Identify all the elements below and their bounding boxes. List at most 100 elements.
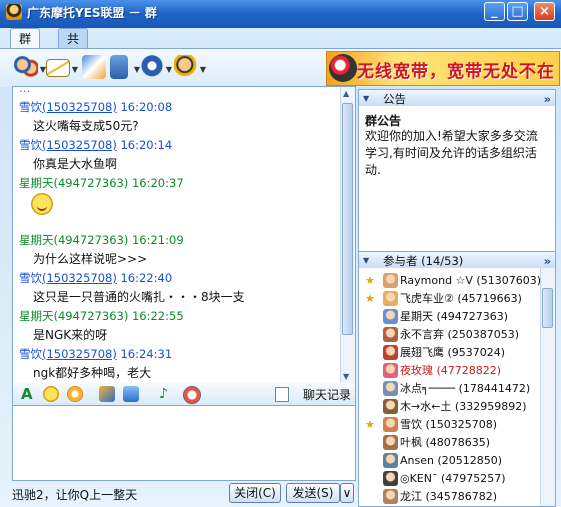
member-name: 雪饮 (150325708)	[400, 418, 498, 431]
sender-name[interactable]: 星期天	[19, 233, 54, 247]
notice-header[interactable]: ▼ 公告 »	[358, 89, 556, 107]
sender-id[interactable]: (150325708)	[42, 271, 117, 285]
member-name: 夜玫瑰 (47728822)	[400, 364, 502, 377]
banner-text: 无线宽带，宽带无处不在	[357, 62, 555, 82]
message-text: 你真是大水鱼啊	[33, 157, 118, 171]
member-name: Raymond ☆V (51307603)	[400, 274, 542, 287]
member-name: 星期天 (494727363)	[400, 310, 509, 323]
video-icon	[140, 55, 164, 79]
sender-id[interactable]: (150325708)	[42, 100, 117, 114]
title-bar[interactable]: 广东摩托YES联盟 － 群 _ □ ×	[0, 0, 561, 24]
message-header: 雪饮(150325708) 16:20:08	[19, 98, 339, 117]
window-title: 广东摩托YES联盟 － 群	[27, 6, 157, 20]
member-name: 龙江 (345786782)	[400, 490, 498, 503]
member-name: 永不言弃 (250387053)	[400, 328, 520, 341]
sender-id[interactable]: (150325708)	[42, 347, 117, 361]
member-name: 冰点╕──── (178441472)	[400, 382, 531, 395]
sender-id[interactable]: (150325708)	[42, 138, 117, 152]
member-list[interactable]: ★ Raymond ☆V (51307603) ★ 飞虎车业② (45719663) 星…	[358, 268, 556, 507]
member-name: 木→水←土 (332959892)	[400, 400, 527, 413]
mail-icon	[46, 59, 70, 77]
grin-emoji-icon	[31, 193, 53, 215]
chat-history[interactable]: … 雪饮(150325708) 16:20:08 这火嘴每支成50元? 雪饮(150…	[12, 86, 356, 384]
member-scrollbar[interactable]	[540, 268, 555, 506]
user-settings-icon	[174, 55, 198, 79]
send-button[interactable]: 发送(S)	[286, 483, 340, 503]
partial-message: …	[19, 86, 31, 95]
message-time: 16:24:31	[120, 347, 173, 361]
video-button[interactable]: ▼	[138, 53, 172, 83]
sender-name[interactable]: 雪饮	[19, 100, 42, 114]
sender-name[interactable]: 雪饮	[19, 138, 42, 152]
sender-name[interactable]: 星期天	[19, 309, 54, 323]
message-text: ngk都好多种喝，老大	[33, 366, 152, 380]
message-input[interactable]	[12, 405, 356, 481]
sms-button[interactable]: ▼	[106, 53, 140, 83]
message-header: 雪饮(150325708) 16:24:31	[19, 345, 339, 364]
send-options-button[interactable]: ∨	[340, 483, 354, 503]
message-time: 16:21:09	[131, 233, 184, 247]
member-scroll-thumb[interactable]	[542, 288, 553, 328]
admin-star-icon: ★	[365, 418, 375, 431]
sender-name[interactable]: 雪饮	[19, 347, 42, 361]
close-button[interactable]: 关闭(C)	[229, 483, 281, 503]
chat-history-button[interactable]: 聊天记录	[303, 386, 351, 403]
sender-id[interactable]: (494727363)	[54, 176, 129, 190]
emoticon-icon[interactable]	[43, 386, 59, 402]
member-name: Ansen (20512850)	[400, 454, 503, 467]
dropdown-arrow-icon: ▼	[199, 65, 206, 74]
qq-group-chat-window: 广东摩托YES联盟 － 群 _ □ × 群聊 共享 ▼ ▼ ▼ ▼	[0, 0, 561, 507]
music-icon[interactable]: ♪	[159, 386, 175, 402]
maximize-button[interactable]: □	[507, 2, 528, 21]
font-icon[interactable]: A	[21, 386, 37, 402]
close-window-button[interactable]: ×	[534, 2, 555, 21]
chat-scrollbar[interactable]: ▲ ▼	[340, 87, 355, 383]
message-header: 星期天(494727363) 16:20:37	[19, 174, 339, 193]
message-text: 为什么这样说呢>>>	[33, 252, 148, 266]
message-header: 雪饮(150325708) 16:20:14	[19, 136, 339, 155]
notice-title: 群公告	[365, 114, 402, 128]
scroll-up-icon[interactable]: ▲	[343, 89, 349, 98]
tab-group-chat[interactable]: 群聊	[10, 28, 41, 66]
member-avatar	[383, 291, 398, 306]
member-avatar	[383, 381, 398, 396]
sender-id[interactable]: (494727363)	[54, 309, 129, 323]
screenshot-icon[interactable]	[99, 386, 115, 402]
scroll-thumb[interactable]	[342, 103, 353, 335]
emoji-message	[19, 193, 339, 219]
qq-penguin-icon	[6, 4, 22, 20]
dropdown-arrow-icon: ▼	[71, 65, 78, 74]
user-settings-button[interactable]: ▼	[172, 53, 206, 83]
ad-banner[interactable]: 无线宽带，宽带无处不在	[326, 51, 560, 86]
group-members-button[interactable]: ▼	[12, 53, 46, 83]
send-image-icon[interactable]	[123, 386, 139, 402]
message-time: 16:20:37	[131, 176, 184, 190]
tab-share[interactable]: 共享	[58, 28, 89, 66]
member-name: 展翅飞鹰 (9537024)	[400, 346, 506, 359]
member-name: 飞虎车业② (45719663)	[400, 292, 522, 305]
message-text: 这火嘴每支成50元?	[33, 119, 139, 133]
sender-id[interactable]: (494727363)	[54, 233, 129, 247]
member-avatar	[383, 435, 398, 450]
promo-status-text[interactable]: 迅驰2，让你Q上一整天	[12, 486, 137, 503]
mail-button[interactable]: ▼	[44, 53, 78, 83]
members-header[interactable]: ▼ 参与者 (14/53) »	[358, 251, 556, 269]
message-time: 16:22:40	[120, 271, 173, 285]
sender-name[interactable]: 雪饮	[19, 271, 42, 285]
message-list: … 雪饮(150325708) 16:20:08 这火嘴每支成50元? 雪饮(150…	[19, 86, 339, 383]
sender-name[interactable]: 星期天	[19, 176, 54, 190]
message-header: 星期天(494727363) 16:22:55	[19, 307, 339, 326]
notice-panel: 群公告 欢迎你的加入!希望大家多多交流学习,有时间及允许的话多组织活动.	[358, 106, 556, 252]
scroll-down-icon[interactable]: ▼	[343, 372, 349, 381]
main-toolbar: ▼ ▼ ▼ ▼ ▼ 无线宽带，宽带无处不在	[0, 48, 561, 87]
group-members-icon	[14, 55, 38, 79]
minimize-button[interactable]: _	[484, 2, 505, 21]
voice-icon[interactable]	[183, 386, 201, 404]
magic-face-icon[interactable]	[67, 386, 83, 402]
member-avatar	[383, 363, 398, 378]
member-avatar	[383, 309, 398, 324]
notice-text: 欢迎你的加入!希望大家多多交流学习,有时间及允许的话多组织活动.	[365, 129, 538, 177]
history-icon[interactable]	[275, 387, 289, 402]
member-avatar	[383, 327, 398, 342]
